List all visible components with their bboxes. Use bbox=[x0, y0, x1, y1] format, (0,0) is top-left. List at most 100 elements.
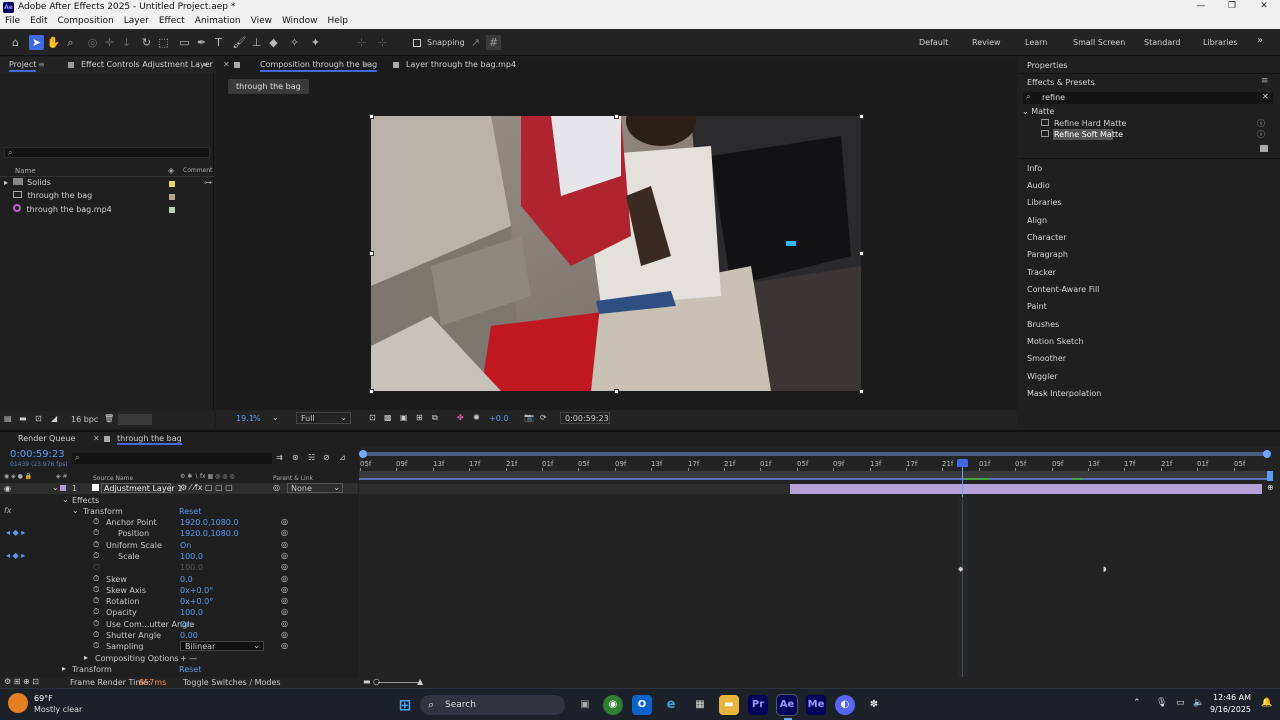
flowchart-icon[interactable]: ⊶ bbox=[204, 178, 212, 187]
region-of-interest-icon[interactable]: ⊡ bbox=[369, 413, 376, 422]
section-paragraph[interactable]: Paragraph bbox=[1027, 250, 1068, 259]
frame-blending-icon[interactable]: ⊘ bbox=[323, 453, 330, 462]
orbit-camera-icon[interactable]: ◎ bbox=[85, 35, 100, 50]
close-tab-icon[interactable]: ✕ bbox=[93, 434, 100, 443]
roto-brush-tool-icon[interactable]: ✧ bbox=[287, 35, 302, 50]
maximize-icon[interactable]: ❐ bbox=[1216, 1, 1248, 14]
transform-handle[interactable] bbox=[369, 389, 374, 394]
clone-stamp-tool-icon[interactable]: ⊥ bbox=[249, 35, 264, 50]
layer-switches-icon[interactable]: ⚙ ⁄ ⁄fx ▢ ▢ ▢ bbox=[180, 483, 233, 492]
property-row[interactable]: ⏱ Sampling Bilinear ⌄ ◎ bbox=[0, 641, 358, 652]
weather-icon[interactable] bbox=[8, 693, 28, 713]
panel-menu-icon[interactable]: ≡ bbox=[38, 60, 45, 69]
menu-view[interactable]: View bbox=[251, 15, 277, 29]
property-row[interactable]: ⏱ Shutter Angle 0.00 ◎ bbox=[0, 630, 358, 641]
tab-render-queue[interactable]: Render Queue bbox=[18, 434, 75, 443]
property-row[interactable]: ⏱ Rotation 0x+0.0° ◎ bbox=[0, 596, 358, 607]
reset-exposure-icon[interactable]: ✺ bbox=[473, 413, 480, 422]
transform-handle[interactable] bbox=[859, 114, 864, 119]
property-row[interactable]: ○ 100.0 ◎ bbox=[0, 562, 358, 573]
zoom-in-icon[interactable]: ▲ bbox=[417, 677, 423, 686]
clear-search-icon[interactable]: ✕ bbox=[1262, 92, 1269, 101]
keyframe-navigator-icon[interactable]: ◂ ◆ ▸ bbox=[6, 528, 25, 537]
3d-view-icon[interactable]: ⧉ bbox=[432, 413, 438, 423]
property-value[interactable]: 1920.0,1080.0 bbox=[180, 518, 239, 527]
menu-layer[interactable]: Layer bbox=[124, 15, 154, 29]
expression-pick-whip-icon[interactable]: ◎ bbox=[281, 641, 288, 650]
stopwatch-icon[interactable]: ⏱ bbox=[93, 585, 99, 595]
workspace-review[interactable]: Review bbox=[972, 38, 1001, 47]
zoom-slider[interactable] bbox=[378, 682, 418, 683]
stopwatch-icon[interactable]: ⏱ bbox=[93, 574, 99, 584]
new-folder-icon[interactable]: ▬ bbox=[19, 414, 27, 423]
media-encoder-icon[interactable]: Me bbox=[806, 695, 826, 715]
expression-pick-whip-icon[interactable]: ◎ bbox=[281, 585, 288, 594]
sampling-select[interactable]: Bilinear ⌄ bbox=[180, 641, 264, 651]
transparency-grid-icon[interactable]: ▩ bbox=[384, 413, 392, 422]
expression-pick-whip-icon[interactable]: ◎ bbox=[281, 562, 288, 571]
rectangle-tool-icon[interactable]: ▭ bbox=[177, 35, 192, 50]
column-source-name[interactable]: Source Name bbox=[93, 475, 133, 482]
property-value[interactable]: 100.0 bbox=[180, 563, 203, 572]
taskbar-date[interactable]: 9/16/2025 bbox=[1203, 705, 1251, 714]
transform-effect[interactable]: fx ⌄ Transform Reset bbox=[0, 506, 358, 517]
rotation-tool-icon[interactable]: ↻ bbox=[139, 35, 154, 50]
playhead-handle[interactable] bbox=[957, 459, 968, 467]
reset-link[interactable]: Reset bbox=[179, 665, 201, 674]
property-row[interactable]: ⏱ Opacity 100.0 ◎ bbox=[0, 607, 358, 618]
workspace-overflow-icon[interactable]: » bbox=[1257, 35, 1263, 46]
interpret-footage-icon[interactable]: ▤ bbox=[4, 414, 12, 423]
matte-category[interactable]: ⌄ Matte bbox=[1022, 107, 1054, 116]
tray-overflow-icon[interactable]: ⌃ bbox=[1133, 698, 1141, 708]
keyframe-icon[interactable]: ◆ bbox=[958, 565, 963, 573]
section-info[interactable]: Info bbox=[1027, 164, 1042, 173]
column-name[interactable]: Name bbox=[15, 167, 36, 175]
stopwatch-icon[interactable]: ⏱ bbox=[93, 517, 99, 527]
keyframe-next-icon[interactable]: ◗ bbox=[1103, 565, 1107, 573]
fx-icon[interactable]: fx bbox=[4, 506, 12, 515]
microsoft-store-icon[interactable]: ▦ bbox=[690, 695, 710, 715]
composition-viewer[interactable] bbox=[371, 116, 861, 391]
stopwatch-icon[interactable]: ⏱ bbox=[93, 540, 99, 550]
mask-visibility-icon[interactable]: ▣ bbox=[400, 413, 408, 422]
effects-group[interactable]: ⌄ Effects bbox=[0, 495, 358, 506]
properties-header[interactable]: Properties bbox=[1027, 61, 1067, 70]
menu-animation[interactable]: Animation bbox=[195, 15, 246, 29]
outlook-icon[interactable]: O bbox=[632, 695, 652, 715]
pick-whip-icon[interactable]: ◎ bbox=[273, 483, 280, 492]
chevron-down-icon[interactable]: ⌄ bbox=[272, 413, 279, 422]
after-effects-icon[interactable]: Ae bbox=[776, 694, 798, 716]
label-color-swatch[interactable] bbox=[169, 181, 175, 187]
keyframe-navigator-icon[interactable]: ◂ ◆ ▸ bbox=[6, 551, 25, 560]
brush-tool-icon[interactable]: 🖌 bbox=[232, 35, 247, 50]
effects-presets-header[interactable]: Effects & Presets bbox=[1027, 78, 1095, 87]
snapping-checkbox[interactable] bbox=[413, 39, 421, 47]
info-icon[interactable]: ⓘ bbox=[1257, 129, 1265, 140]
pen-tool-icon[interactable]: ✒ bbox=[194, 35, 209, 50]
section-motion-sketch[interactable]: Motion Sketch bbox=[1027, 337, 1084, 346]
show-snapshot-icon[interactable]: ⟳ bbox=[540, 413, 547, 422]
section-tracker[interactable]: Tracker bbox=[1027, 268, 1056, 277]
layer-name[interactable]: Adjustment Layer 1 bbox=[101, 483, 182, 493]
stopwatch-icon[interactable]: ○ bbox=[93, 562, 100, 571]
property-value[interactable]: On bbox=[180, 620, 191, 629]
menu-file[interactable]: File bbox=[5, 15, 25, 29]
expression-pick-whip-icon[interactable]: ◎ bbox=[281, 630, 288, 639]
chevron-down-icon[interactable]: ⌄ bbox=[52, 483, 59, 492]
timeline-timecode[interactable]: 0:00:59:23 bbox=[10, 449, 65, 460]
section-brushes[interactable]: Brushes bbox=[1027, 320, 1059, 329]
property-value[interactable]: 1920.0,1080.0 bbox=[180, 529, 239, 538]
section-libraries[interactable]: Libraries bbox=[1027, 198, 1062, 207]
column-parent-link[interactable]: Parent & Link bbox=[273, 475, 313, 482]
compositing-options[interactable]: ▸ Compositing Options + — bbox=[0, 653, 358, 664]
taskbar-search[interactable]: ⌕ Search bbox=[420, 695, 565, 715]
snap-grid-icon[interactable]: # bbox=[486, 35, 501, 50]
disclosure-arrow-icon[interactable]: ▸ bbox=[84, 653, 88, 662]
property-row[interactable]: ⏱ Use Com...utter Angle On ◎ bbox=[0, 619, 358, 630]
menu-help[interactable]: Help bbox=[327, 15, 353, 29]
graph-editor-icon[interactable]: ⊿ bbox=[339, 453, 346, 462]
panel-menu-icon[interactable]: ≡ bbox=[362, 60, 369, 69]
expression-pick-whip-icon[interactable]: ◎ bbox=[281, 596, 288, 605]
transform-handle[interactable] bbox=[859, 251, 864, 256]
project-item-comp[interactable]: through the bag bbox=[13, 191, 92, 203]
